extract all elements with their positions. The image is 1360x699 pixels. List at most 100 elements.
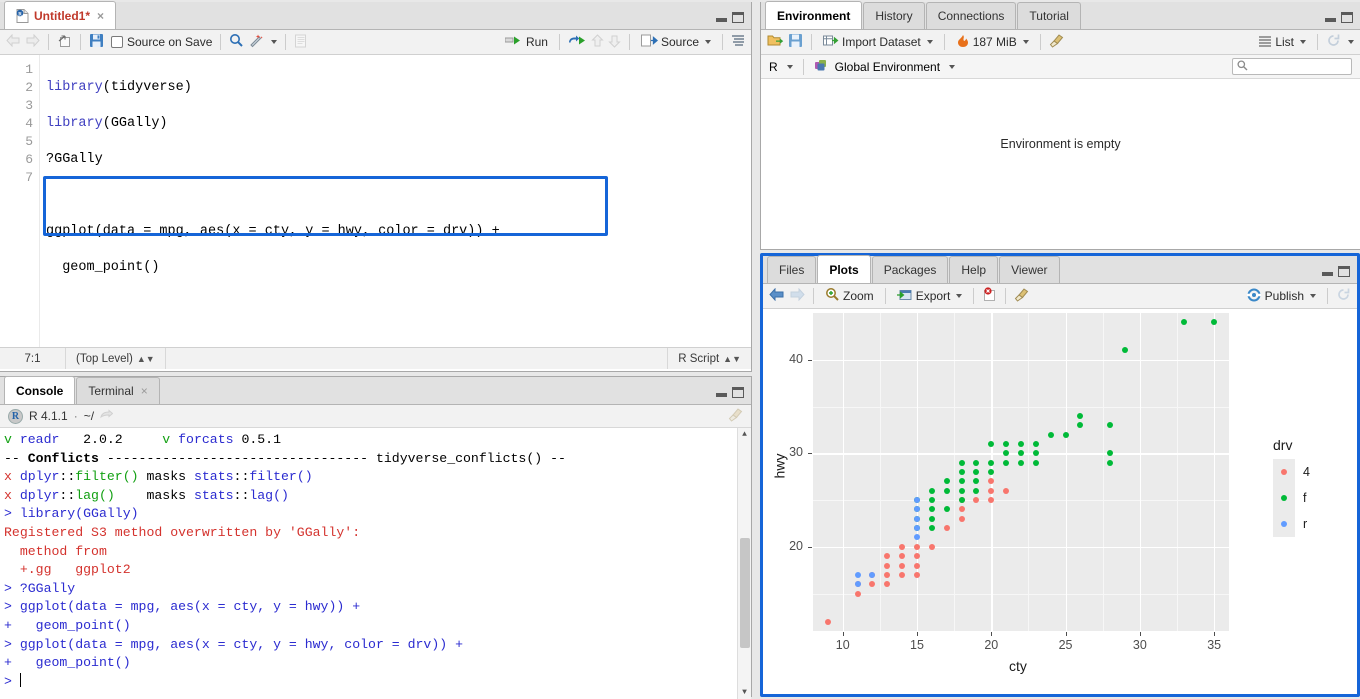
re-run-icon[interactable]	[568, 34, 587, 50]
scope-label: (Top Level)	[76, 352, 133, 365]
magnifier-icon[interactable]	[229, 33, 244, 51]
tab-terminal[interactable]: Terminal ×	[76, 377, 160, 404]
refresh-icon[interactable]	[1326, 33, 1341, 51]
publish-caret-icon[interactable]	[1310, 294, 1316, 298]
language-selector-label[interactable]: R	[769, 60, 778, 74]
legend-dot-f	[1280, 494, 1287, 501]
data-point-f	[958, 459, 965, 466]
publish-button[interactable]: Publish	[1243, 287, 1319, 306]
save-icon[interactable]	[89, 33, 104, 51]
up-arrow-icon[interactable]	[591, 33, 604, 51]
tab-plots[interactable]: Plots	[817, 255, 871, 283]
console-text: ::	[233, 487, 250, 503]
remove-plot-icon[interactable]	[982, 287, 997, 305]
source-window-controls[interactable]	[716, 12, 744, 23]
memory-usage-label: 187 MiB	[972, 35, 1017, 49]
clear-objects-icon[interactable]	[1049, 33, 1064, 51]
code-tools-icon[interactable]	[248, 33, 264, 51]
legend-dot-4	[1280, 468, 1287, 475]
scroll-up-icon[interactable]: ▲	[738, 428, 751, 442]
plots-window-controls[interactable]	[1322, 266, 1350, 277]
forward-arrow-icon[interactable]	[25, 33, 40, 50]
tab-console[interactable]: Console	[4, 376, 76, 404]
source-code-area[interactable]: 1 2 3 4 5 6 7 library(tidyverse) library…	[0, 55, 751, 347]
source-on-save-checkbox[interactable]	[111, 36, 123, 48]
down-arrow-icon[interactable]	[608, 34, 621, 51]
run-label: Run	[525, 35, 548, 49]
environment-caret-icon[interactable]	[949, 64, 956, 69]
language-caret-icon[interactable]	[786, 64, 793, 69]
document-outline-icon[interactable]	[731, 34, 745, 50]
console-text: ::	[59, 469, 76, 485]
scrollbar-thumb[interactable]	[740, 538, 750, 648]
scope-selector[interactable]: (Top Level) ▲▼	[66, 348, 166, 369]
source-caret-icon[interactable]	[705, 40, 711, 44]
refresh-icon[interactable]	[1336, 287, 1351, 305]
tab-tutorial[interactable]: Tutorial	[1017, 2, 1081, 29]
view-mode-button[interactable]: List	[1255, 34, 1309, 51]
tab-connections[interactable]: Connections	[925, 2, 1017, 29]
tab-viewer[interactable]: Viewer	[999, 256, 1060, 283]
back-arrow-icon[interactable]	[6, 33, 21, 50]
source-button[interactable]: Source	[638, 33, 714, 51]
open-in-files-icon[interactable]	[100, 409, 114, 423]
global-environment-label[interactable]: Global Environment	[835, 60, 940, 74]
tab-packages[interactable]: Packages	[871, 256, 949, 283]
run-button[interactable]: Run	[502, 33, 551, 51]
tab-files[interactable]: Files	[767, 256, 817, 283]
compile-report-icon[interactable]	[294, 34, 307, 51]
console-text: geom_point()	[19, 655, 131, 671]
import-dataset-button[interactable]: Import Dataset	[820, 33, 936, 52]
console-scrollbar[interactable]: ▲ ▼	[737, 428, 751, 699]
maximize-icon[interactable]	[732, 12, 744, 23]
clear-all-plots-icon[interactable]	[1014, 287, 1029, 305]
code-rest: (tidyverse)	[102, 80, 192, 95]
import-dataset-caret-icon[interactable]	[926, 40, 933, 44]
clear-console-icon[interactable]	[728, 407, 743, 425]
code-tools-caret-icon[interactable]	[271, 40, 278, 44]
plot-canvas[interactable]: 20 30 40 10 15 20 25 30 35 cty hwy drv 4 f r	[763, 309, 1357, 676]
open-folder-icon[interactable]	[767, 33, 784, 51]
console-output[interactable]: v readr 2.0.2 v forcats 0.5.1 -- Conflict…	[0, 428, 751, 699]
save-icon[interactable]	[788, 33, 803, 51]
minimize-icon[interactable]	[1322, 272, 1333, 276]
memory-caret-icon[interactable]	[1022, 40, 1029, 44]
minimize-icon[interactable]	[1325, 18, 1336, 22]
working-directory-label[interactable]: ~/	[84, 409, 94, 423]
minimize-icon[interactable]	[716, 393, 727, 397]
tab-environment[interactable]: Environment	[765, 1, 863, 29]
scroll-down-icon[interactable]: ▼	[738, 686, 751, 699]
filetype-selector[interactable]: R Script ▲▼	[667, 348, 751, 369]
maximize-icon[interactable]	[732, 387, 744, 398]
minimize-icon[interactable]	[716, 18, 727, 22]
zoom-button[interactable]: Zoom	[822, 286, 877, 306]
memory-usage-button[interactable]: 187 MiB	[953, 33, 1032, 52]
maximize-icon[interactable]	[1338, 266, 1350, 277]
tab-help[interactable]: Help	[949, 256, 999, 283]
export-button[interactable]: Export	[894, 287, 966, 306]
tab-history[interactable]: History	[863, 2, 925, 29]
back-arrow-icon[interactable]	[769, 287, 785, 304]
environment-search-input[interactable]	[1251, 60, 1346, 73]
data-point-f	[1032, 459, 1039, 466]
close-icon[interactable]: ×	[97, 9, 104, 23]
environment-search-box[interactable]	[1232, 58, 1352, 75]
y-tick-mark	[808, 546, 812, 548]
source-tab-untitled1[interactable]: R Untitled1* ×	[4, 1, 117, 29]
close-icon[interactable]: ×	[141, 384, 148, 398]
console-line: x dplyr::lag() masks stats::lag()	[4, 487, 751, 506]
refresh-caret-icon[interactable]	[1348, 40, 1354, 44]
view-mode-caret-icon[interactable]	[1300, 40, 1306, 44]
data-point-4	[899, 571, 906, 578]
tab-history-label: History	[875, 9, 913, 23]
code-text[interactable]: library(tidyverse) library(GGally) ?GGal…	[46, 61, 751, 347]
forward-arrow-icon[interactable]	[789, 287, 805, 304]
data-point-4	[928, 543, 935, 550]
maximize-icon[interactable]	[1341, 12, 1353, 23]
console-window-controls[interactable]	[716, 387, 744, 398]
export-caret-icon[interactable]	[956, 294, 963, 298]
show-in-new-window-icon[interactable]	[57, 34, 72, 51]
environment-window-controls[interactable]	[1325, 12, 1353, 23]
